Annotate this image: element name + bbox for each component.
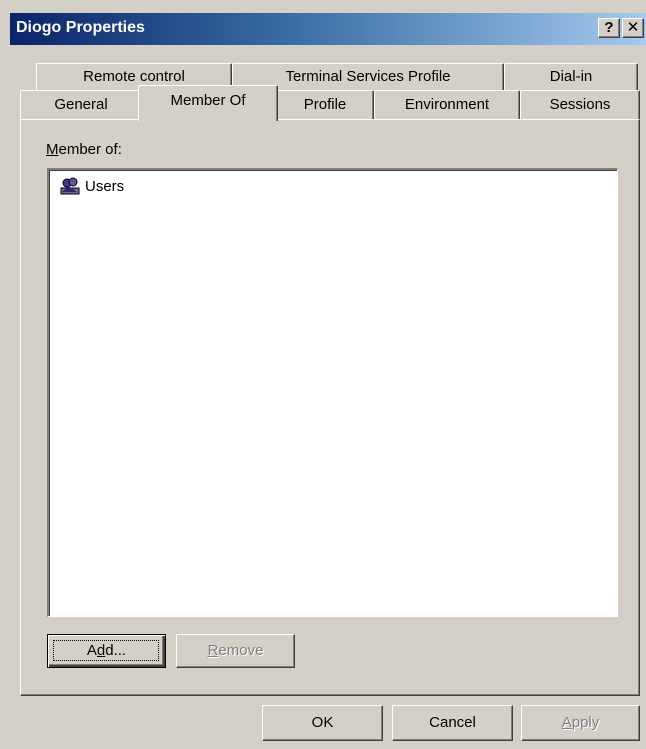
tab-general[interactable]: General	[20, 90, 142, 120]
apply-button[interactable]: Apply	[521, 705, 640, 741]
properties-dialog: Diogo Properties ? ✕ Remote control Term…	[0, 0, 646, 749]
tab-member-of[interactable]: Member Of	[138, 85, 278, 121]
member-of-list[interactable]: Users	[47, 168, 618, 617]
add-button-label: Add...	[86, 642, 127, 659]
tab-label: Remote control	[83, 68, 185, 85]
help-button[interactable]: ?	[598, 18, 620, 38]
group-name: Users	[85, 177, 125, 195]
ok-button[interactable]: OK	[262, 705, 383, 741]
tab-label: Sessions	[549, 96, 611, 113]
tab-label: Terminal Services Profile	[285, 68, 451, 85]
tab-label: General	[54, 96, 108, 113]
tab-label: Dial-in	[549, 68, 593, 85]
window-title: Diogo Properties	[16, 19, 145, 36]
apply-button-label: Apply	[561, 714, 600, 731]
tab-environment[interactable]: Environment	[374, 90, 520, 120]
list-item[interactable]: Users	[59, 176, 124, 196]
close-button[interactable]: ✕	[622, 18, 644, 38]
remove-button[interactable]: Remove	[176, 634, 295, 668]
remove-button-label: Remove	[207, 642, 264, 659]
tab-profile[interactable]: Profile	[276, 90, 374, 120]
help-icon: ?	[604, 19, 614, 36]
tab-label: Member Of	[170, 92, 246, 109]
tab-label: Environment	[404, 96, 490, 113]
title-bar[interactable]: Diogo Properties ? ✕	[10, 13, 646, 45]
ok-button-label: OK	[311, 714, 334, 731]
group-icon	[60, 177, 80, 195]
add-button[interactable]: Add...	[47, 634, 166, 668]
close-icon: ✕	[626, 19, 640, 36]
tab-label: Profile	[303, 96, 347, 113]
member-of-label: Member of:	[46, 141, 122, 158]
cancel-button-label: Cancel	[429, 714, 476, 731]
tab-sessions[interactable]: Sessions	[520, 90, 640, 120]
cancel-button[interactable]: Cancel	[392, 705, 513, 741]
tab-dial-in[interactable]: Dial-in	[504, 63, 638, 91]
